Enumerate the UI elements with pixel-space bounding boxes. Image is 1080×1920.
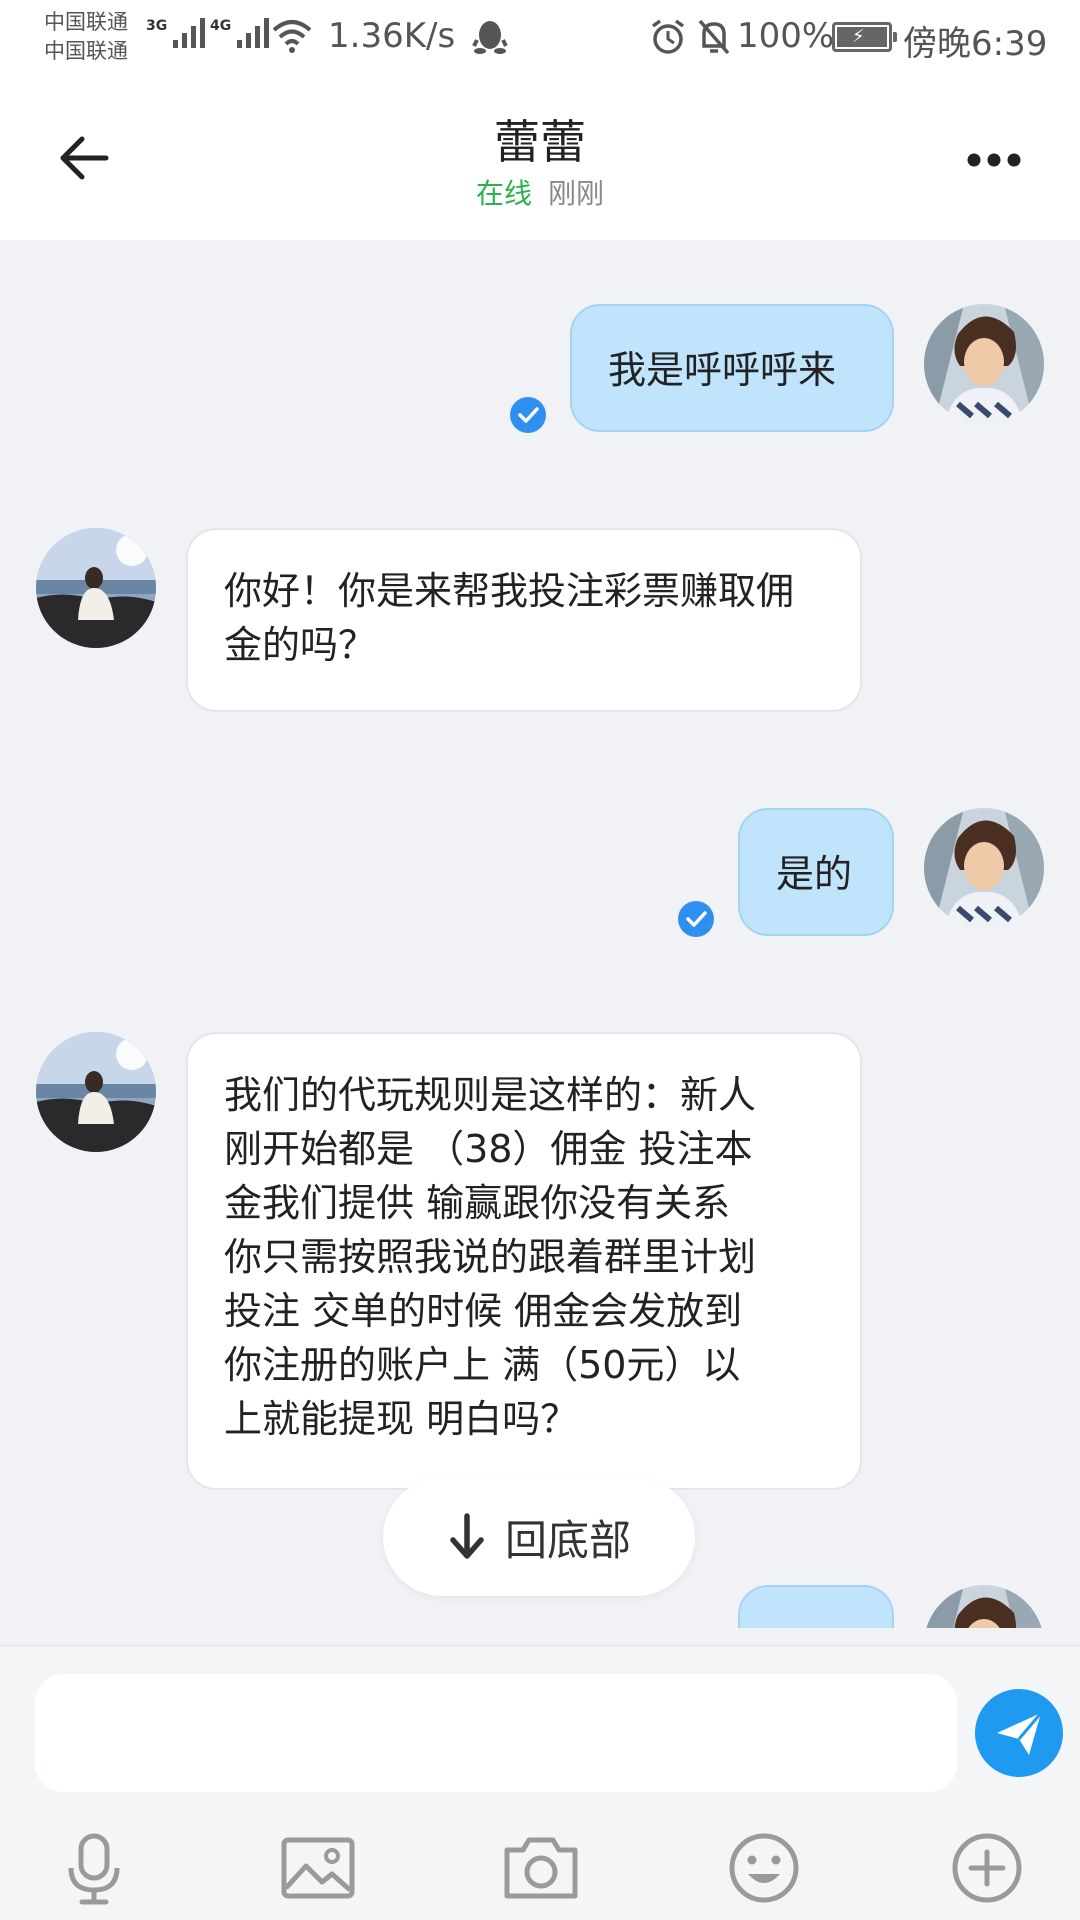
contact-name: 蕾蕾 [494,115,586,169]
mic-icon[interactable] [54,1828,134,1908]
contact-avatar[interactable] [36,528,156,648]
outgoing-message[interactable]: 我是呼呼呼来 [570,304,894,432]
chat-header: 蕾蕾 在线 刚刚 [0,78,1080,240]
more-dots-icon[interactable] [966,148,1022,172]
read-check-icon [510,397,546,433]
message-line: 我们的代玩规则是这样的：新人 [224,1073,757,1117]
carrier-names: 中国联通 中国联通 [44,8,128,66]
message-input[interactable] [35,1674,957,1792]
message-text: 你好！你是来帮我投注彩票赚取佣金的吗？ [224,569,795,667]
battery-icon: ⚡ [832,22,897,52]
network-speed: 1.36K/s [328,16,456,56]
carrier-2: 中国联通 [44,39,128,63]
status-bar: 中国联通 中国联通 3G 4G 1.36K/s 100% ⚡ 傍晚6:39 [0,0,1080,78]
message-line: 你只需按照我说的跟着群里计划 [224,1235,757,1279]
qq-icon [472,21,508,54]
my-avatar[interactable] [924,1585,1044,1628]
arrow-down-icon [450,1513,484,1559]
carrier-1: 中国联通 [44,10,128,34]
outgoing-message[interactable]: 是的 [738,808,894,936]
message-line: 金我们提供 输赢跟你没有关系 [224,1181,731,1225]
message-line: 上就能提现 明白吗？ [224,1397,579,1441]
message-text: 是的 [776,852,853,896]
scroll-to-bottom-label: 回底部 [504,1515,631,1565]
message-list[interactable]: 我是呼呼呼来 你好！你是来帮我投注彩票赚取佣金的吗？ 是的 我们的代玩规则是这样… [0,240,1080,1628]
alarm-icon [651,19,685,54]
send-icon [997,1712,1043,1755]
plus-icon[interactable] [947,1828,1027,1908]
battery-percent: 100% [737,16,835,56]
last-seen: 刚刚 [548,177,605,210]
outgoing-message[interactable] [738,1585,894,1628]
image-icon[interactable] [278,1828,358,1908]
my-avatar[interactable] [924,304,1044,424]
wifi-icon [272,20,312,53]
incoming-message[interactable]: 我们的代玩规则是这样的：新人 刚开始都是 （38）佣金 投注本 金我们提供 输赢… [186,1032,862,1490]
message-text: 我是呼呼呼来 [608,348,837,392]
my-avatar[interactable] [924,808,1044,928]
message-line: 你注册的账户上 满（50元）以 [224,1343,741,1387]
emoji-icon[interactable] [724,1828,804,1908]
composer-bar [0,1645,1080,1920]
signal-icon: 3G [146,18,206,48]
signal-icon: 4G [210,18,270,48]
network-type-2: 4G [210,18,232,34]
camera-icon[interactable] [501,1828,581,1908]
message-line: 刚开始都是 （38）佣金 投注本 [224,1127,753,1171]
online-label: 在线 [475,177,532,210]
network-type-1: 3G [146,18,168,34]
scroll-to-bottom-button[interactable]: 回底部 [383,1478,695,1596]
status-time: 傍晚6:39 [903,24,1048,64]
presence-status: 在线 刚刚 [0,172,1080,212]
contact-avatar[interactable] [36,1032,156,1152]
read-check-icon [678,901,714,937]
mute-icon [698,19,730,55]
incoming-message[interactable]: 你好！你是来帮我投注彩票赚取佣金的吗？ [186,528,862,712]
message-line: 投注 交单的时候 佣金会发放到 [224,1289,743,1333]
send-button[interactable] [975,1689,1063,1777]
